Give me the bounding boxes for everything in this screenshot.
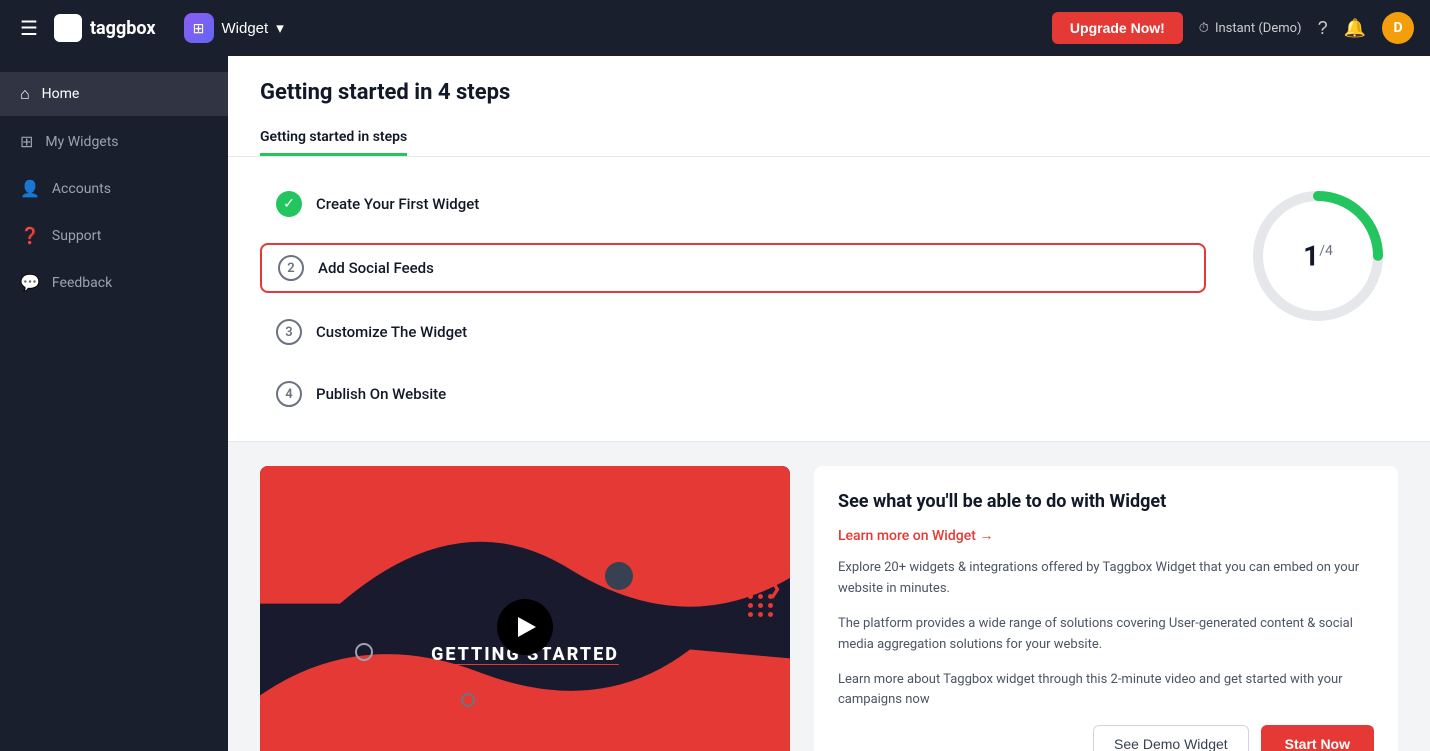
info-panel: See what you'll be able to do with Widge… xyxy=(814,466,1398,751)
step-2-label: Add Social Feeds xyxy=(318,259,434,277)
step-1-label: Create Your First Widget xyxy=(316,195,479,213)
upgrade-button[interactable]: Upgrade Now! xyxy=(1052,12,1183,44)
info-desc-2: The platform provides a wide range of so… xyxy=(838,614,1374,656)
step-item-2[interactable]: 2 Add Social Feeds xyxy=(260,243,1206,293)
widget-icon: ⊞ xyxy=(184,13,214,43)
steps-section: ✓ Create Your First Widget 2 Add Social … xyxy=(228,157,1430,442)
tab-getting-started[interactable]: Getting started in steps xyxy=(260,121,407,156)
sidebar-item-feedback[interactable]: 💬 Feedback xyxy=(0,261,228,304)
step-check-icon: ✓ xyxy=(276,191,302,217)
sidebar-item-my-widgets[interactable]: ⊞ My Widgets xyxy=(0,120,228,163)
bottom-section: ❯ GETTING STARTED See what you'll be abl… xyxy=(228,442,1430,751)
widgets-icon: ⊞ xyxy=(20,132,33,151)
instant-demo[interactable]: ⏱ Instant (Demo) xyxy=(1199,21,1302,36)
getting-started-header: Getting started in 4 steps Getting start… xyxy=(228,56,1430,157)
info-title: See what you'll be able to do with Widge… xyxy=(838,490,1374,513)
sidebar-item-accounts[interactable]: 👤 Accounts xyxy=(0,167,228,210)
steps-list: ✓ Create Your First Widget 2 Add Social … xyxy=(260,181,1206,417)
dark-circle xyxy=(605,562,633,590)
accounts-icon: 👤 xyxy=(20,179,40,198)
help-button[interactable]: ? xyxy=(1318,18,1328,39)
notification-button[interactable]: 🔔 xyxy=(1344,18,1366,39)
clock-icon: ⏱ xyxy=(1199,21,1209,36)
main-layout: ⌂ Home ⊞ My Widgets 👤 Accounts ❓ Support… xyxy=(0,56,1430,751)
start-now-button[interactable]: Start Now xyxy=(1261,725,1374,751)
small-circle-1 xyxy=(355,643,373,661)
logo-icon: 🏷 xyxy=(54,14,82,42)
page-title: Getting started in 4 steps xyxy=(260,80,1398,105)
progress-circle: 1/4 xyxy=(1243,181,1393,331)
feedback-icon: 💬 xyxy=(20,273,40,292)
step-2-number: 2 xyxy=(278,255,304,281)
home-icon: ⌂ xyxy=(20,84,30,104)
step-item-3[interactable]: 3 Customize The Widget xyxy=(260,309,1206,355)
progress-text: 1/4 xyxy=(1303,240,1333,273)
tab-bar: Getting started in steps xyxy=(260,121,1398,156)
topnav-right: Upgrade Now! ⏱ Instant (Demo) ? 🔔 D xyxy=(1052,12,1414,44)
progress-circle-container: 1/4 xyxy=(1238,181,1398,331)
content-area: Getting started in 4 steps Getting start… xyxy=(228,56,1430,751)
widget-selector[interactable]: ⊞ Widget ▾ xyxy=(184,13,284,43)
logo: 🏷 taggbox xyxy=(54,14,156,42)
info-actions: See Demo Widget Start Now xyxy=(838,725,1374,751)
sidebar-item-support[interactable]: ❓ Support xyxy=(0,214,228,257)
step-4-number: 4 xyxy=(276,381,302,407)
info-desc-3: Learn more about Taggbox widget through … xyxy=(838,670,1374,712)
step-item-4[interactable]: 4 Publish On Website xyxy=(260,371,1206,417)
topnav: ☰ 🏷 taggbox ⊞ Widget ▾ Upgrade Now! ⏱ In… xyxy=(0,0,1430,56)
support-icon: ❓ xyxy=(20,226,40,245)
hamburger-button[interactable]: ☰ xyxy=(16,12,42,45)
avatar[interactable]: D xyxy=(1382,12,1414,44)
step-3-number: 3 xyxy=(276,319,302,345)
play-button[interactable] xyxy=(497,599,553,655)
step-3-label: Customize The Widget xyxy=(316,323,467,341)
chevron-icon: ❯ xyxy=(767,578,782,599)
video-background: ❯ GETTING STARTED xyxy=(260,466,790,751)
learn-more-link[interactable]: Learn more on Widget → xyxy=(838,527,1374,544)
step-4-label: Publish On Website xyxy=(316,385,446,403)
video-thumbnail[interactable]: ❯ GETTING STARTED xyxy=(260,466,790,751)
sidebar: ⌂ Home ⊞ My Widgets 👤 Accounts ❓ Support… xyxy=(0,56,228,751)
see-demo-button[interactable]: See Demo Widget xyxy=(1093,725,1249,751)
step-item-1[interactable]: ✓ Create Your First Widget xyxy=(260,181,1206,227)
sidebar-item-home[interactable]: ⌂ Home xyxy=(0,72,228,116)
info-desc-1: Explore 20+ widgets & integrations offer… xyxy=(838,558,1374,600)
